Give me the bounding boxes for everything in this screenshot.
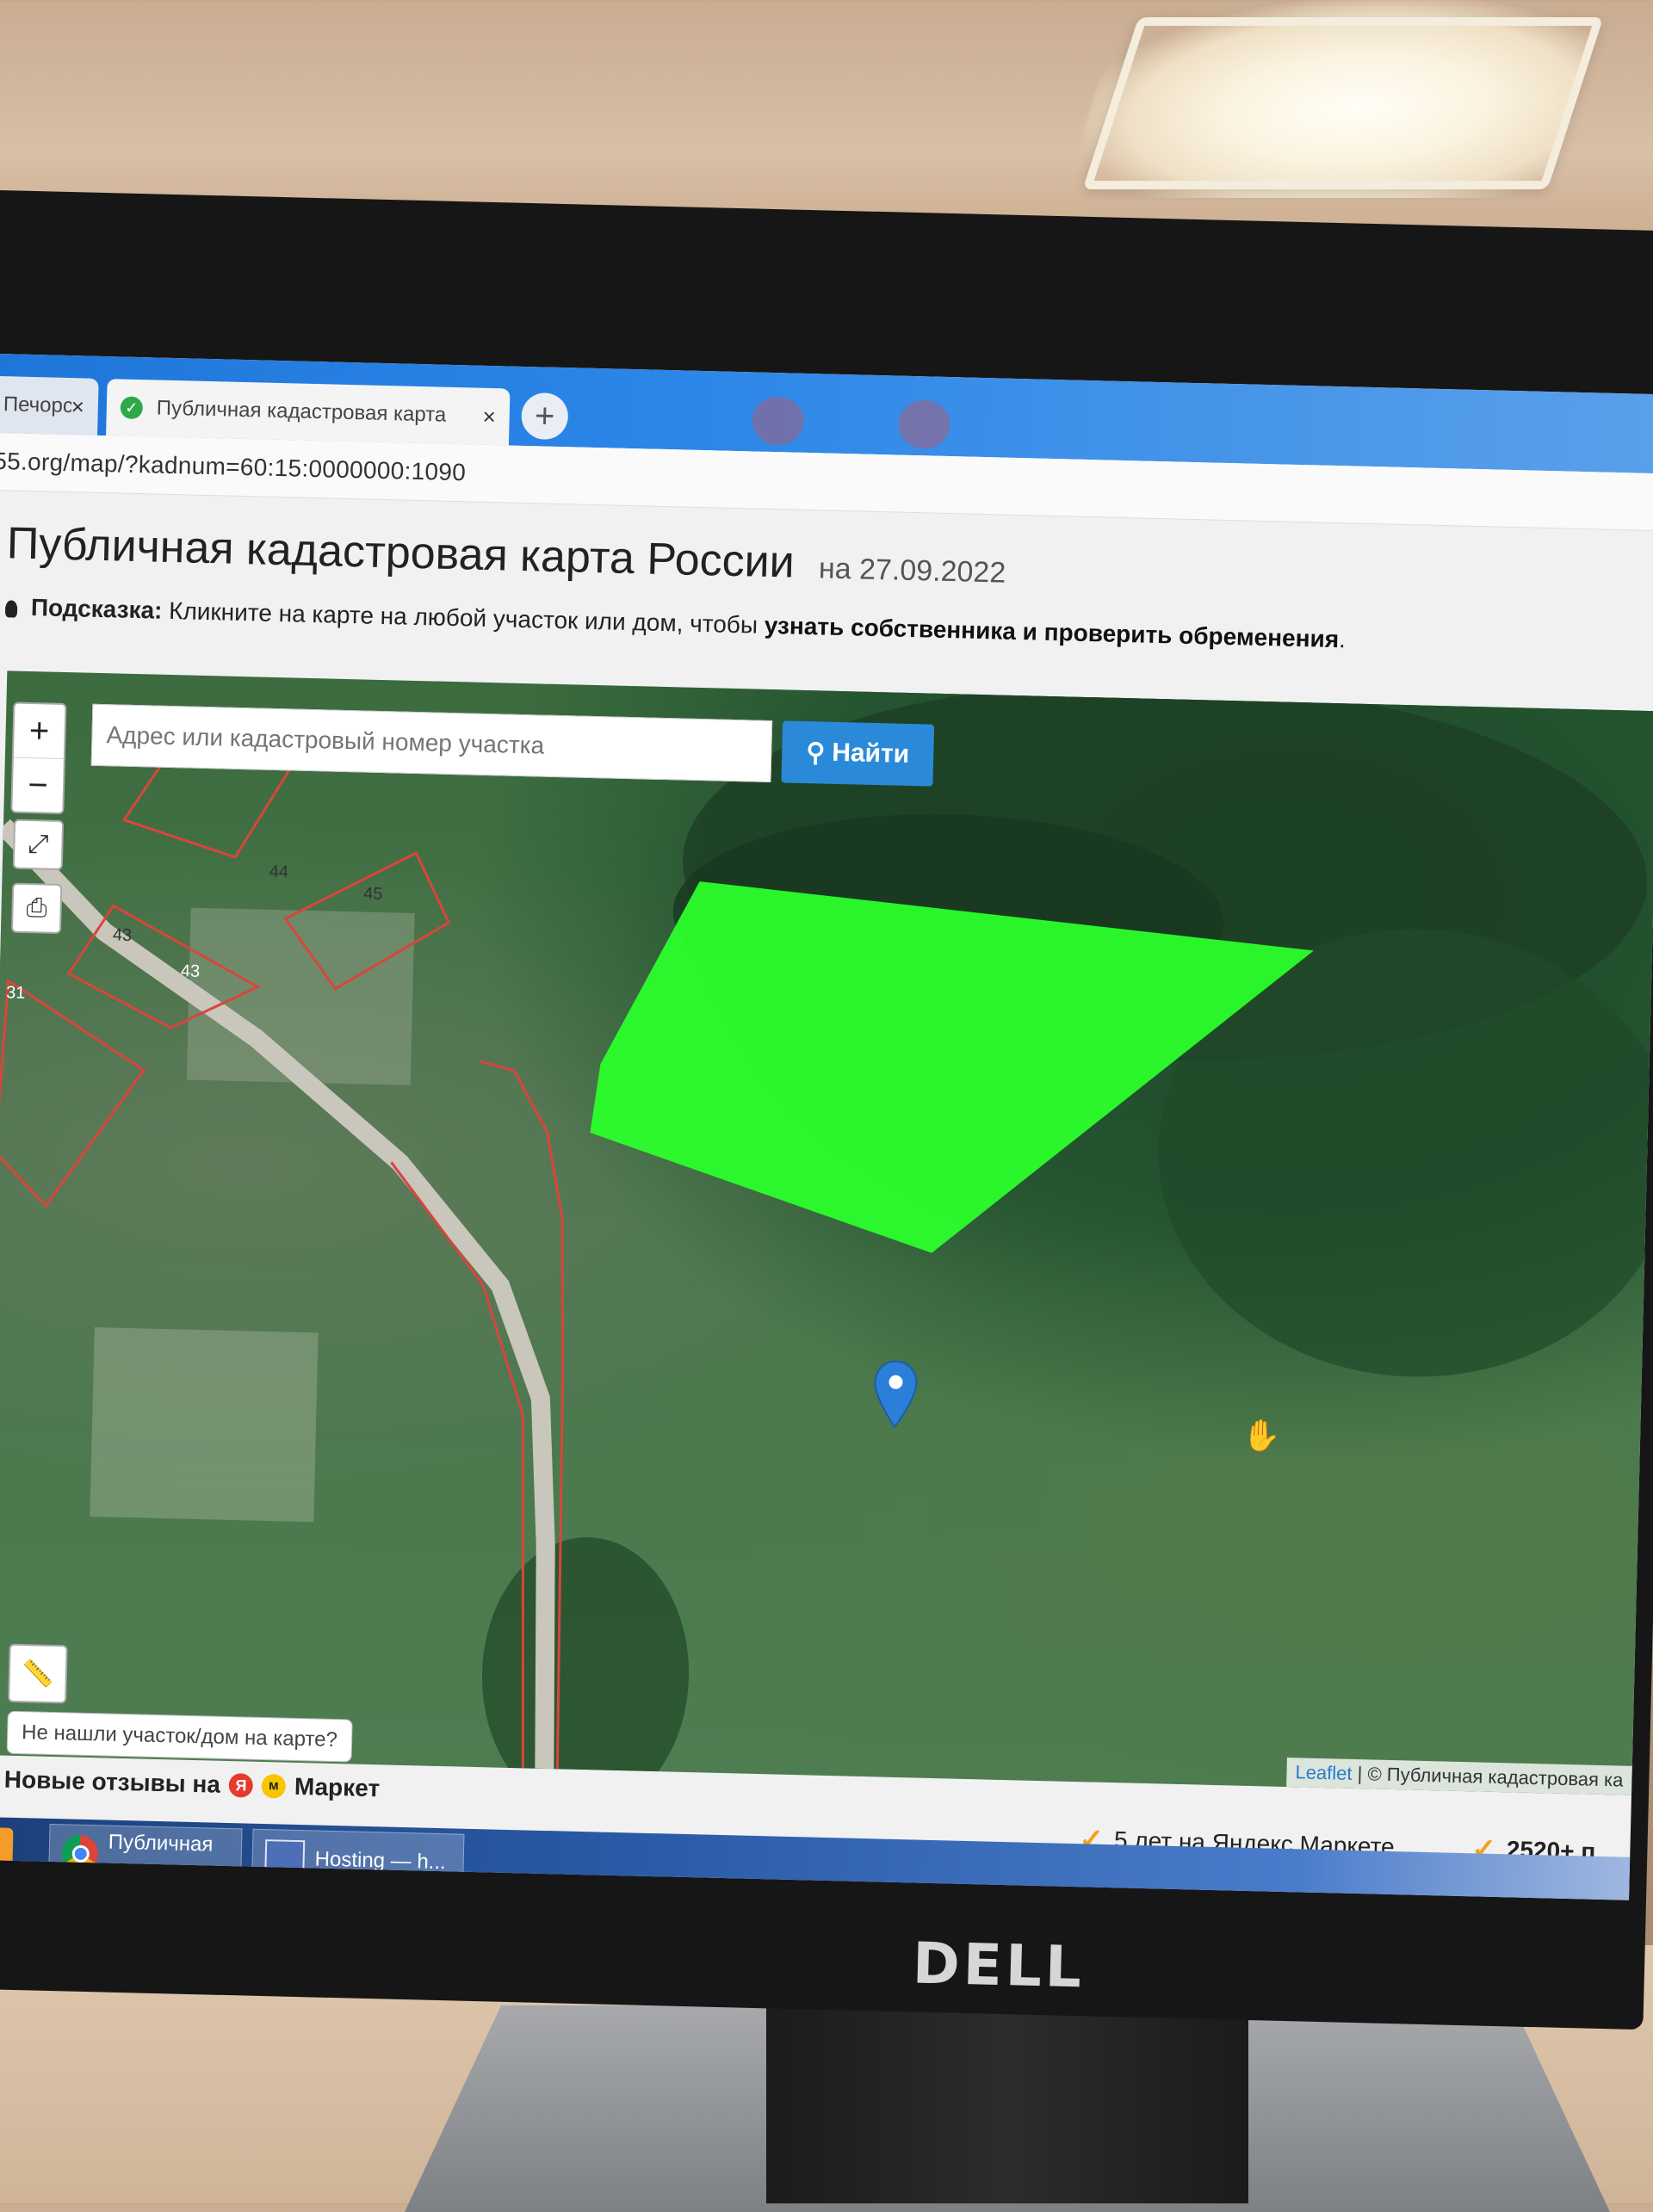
reviews-line[interactable]: Новые отзывы на Я м Маркет (3, 1765, 381, 1803)
market-icon: м (261, 1773, 287, 1799)
media-player-icon[interactable]: ▶ (0, 1826, 14, 1875)
expand-icon: ⤢ (28, 830, 49, 859)
screen: Печорс × ✓ Публичная кадастровая карта ×… (0, 353, 1653, 1900)
taskbar-item-hosting[interactable]: Hosting — h... (251, 1828, 465, 1893)
attribution-text: | © Публичная кадастровая ка (1357, 1763, 1624, 1791)
print-button[interactable]: ⎙ (10, 882, 63, 934)
tab-pechors[interactable]: Печорс × (0, 375, 99, 436)
search-button[interactable]: ⚲ Найти (781, 720, 935, 787)
location-marker-icon[interactable] (872, 1359, 919, 1429)
leaflet-link[interactable]: Leaflet (1295, 1761, 1353, 1784)
forest-area (482, 1537, 690, 1795)
reviews-market: Маркет (294, 1772, 381, 1802)
hint-label: Подсказка: (30, 594, 163, 624)
parcel-number-label: 43 (181, 961, 201, 981)
secure-check-icon: ✓ (120, 396, 144, 420)
field-area (90, 1327, 319, 1523)
url-text[interactable]: 55.org/map/?kadnum=60:15:0000000:1090 (0, 448, 467, 486)
tab-close-icon[interactable]: × (482, 403, 496, 429)
tab-label: Публичная кадастровая карта (156, 396, 447, 427)
tab-cadastral-map[interactable]: ✓ Публичная кадастровая карта × (106, 379, 511, 446)
zoom-out-button[interactable]: − (12, 757, 64, 813)
ruler-button[interactable]: 📏 (8, 1643, 68, 1704)
page-title-text: Публичная кадастровая карта России (6, 518, 796, 588)
hint-line: Подсказка: Кликните на карте на любой уч… (4, 593, 1347, 653)
zoom-in-button[interactable]: + (14, 704, 65, 758)
parcel-number-label: 31 (6, 983, 26, 1003)
dell-logo: DELL (912, 1930, 1086, 2001)
hint-strong-text: узнать собственника и проверить обремене… (764, 611, 1340, 653)
new-tab-button[interactable]: + (521, 392, 569, 441)
reviews-prefix: Новые отзывы на (3, 1765, 221, 1798)
page-title: Публичная кадастровая карта России на 27… (6, 517, 1006, 593)
tab-label: Печорс (3, 392, 72, 418)
chrome-icon (61, 1834, 98, 1874)
taskbar-item-label: Hosting — h... (314, 1847, 447, 1875)
ruler-icon: 📏 (21, 1659, 54, 1689)
cadastral-map[interactable]: 37 44 45 43 43 31 + − ⤢ ⎙ ⚲ Найти (0, 670, 1653, 1795)
search-button-label: Найти (831, 738, 910, 769)
network-icon (264, 1839, 306, 1879)
monitor: Печорс × ✓ Публичная кадастровая карта ×… (0, 189, 1653, 2030)
background-window-icon (897, 399, 951, 450)
lightbulb-icon (4, 599, 18, 618)
parcel-number-label: 43 (113, 925, 133, 945)
background-window-icon (752, 396, 805, 446)
field-area (186, 907, 415, 1085)
taskbar-item-label: Публичная ... (107, 1830, 214, 1879)
zoom-control: + − (10, 701, 67, 815)
fullscreen-button[interactable]: ⤢ (12, 819, 65, 870)
page-date: на 27.09.2022 (818, 552, 1006, 590)
tab-close-icon[interactable]: × (71, 393, 84, 420)
taskbar-item-chrome[interactable]: Публичная ... (47, 1823, 243, 1888)
hint-end: . (1338, 626, 1347, 653)
search-icon: ⚲ (805, 738, 826, 768)
parcel-number-label: 45 (363, 885, 383, 905)
parcel-number-label: 44 (269, 862, 288, 882)
not-found-button[interactable]: Не нашли участок/дом на карте? (6, 1710, 353, 1763)
yandex-icon: Я (228, 1773, 254, 1798)
parcel-border (0, 978, 146, 1208)
hint-text: Кликните на карте на любой участок или д… (168, 596, 758, 639)
ceiling-lamp-frame (1082, 17, 1604, 189)
hand-cursor-icon: ✋ (1241, 1417, 1282, 1454)
map-layer: 37 44 45 43 43 31 (0, 681, 1653, 1795)
printer-icon: ⎙ (26, 893, 48, 923)
